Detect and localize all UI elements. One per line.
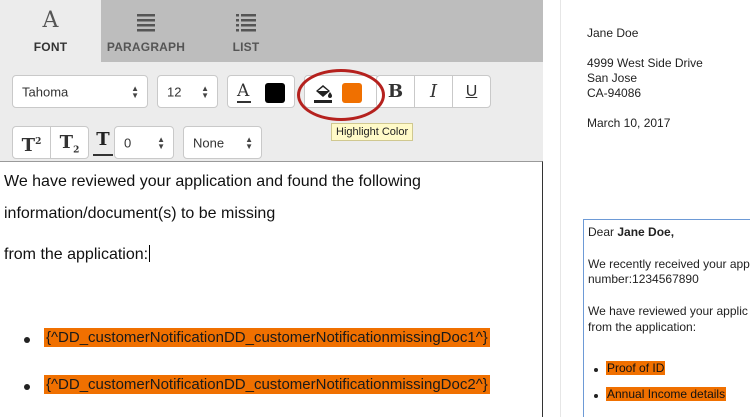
italic-button[interactable]: I <box>414 75 453 108</box>
list-icon <box>191 9 301 33</box>
font-family-select[interactable]: Tahoma ▲ ▼ <box>12 75 148 108</box>
tab-list[interactable]: LIST <box>191 0 301 62</box>
editor-tabs: A FONT PARAGRAPH LIST <box>0 0 543 62</box>
text-color-swatch[interactable] <box>265 83 285 103</box>
text-case-select[interactable]: None ▲ ▼ <box>183 126 262 159</box>
address-line-1: 4999 West Side Drive <box>587 56 703 70</box>
reviewed-line-1: We have reviewed your applic <box>588 304 748 318</box>
tab-paragraph-label: PARAGRAPH <box>106 40 186 54</box>
missing-doc-text: Annual Income details <box>606 387 727 401</box>
tab-list-label: LIST <box>232 40 260 54</box>
reviewed-line-2: from the application: <box>588 320 697 334</box>
text-color-button[interactable]: A <box>227 75 295 108</box>
underline-button[interactable]: U <box>452 75 491 108</box>
letter-spacing-value: 0 <box>124 135 132 150</box>
select-arrows-icon: ▲ ▼ <box>131 83 139 100</box>
highlight-annotation-circle <box>297 69 385 121</box>
paragraph-3: from the application: <box>4 245 151 264</box>
tab-paragraph[interactable]: PARAGRAPH <box>101 0 191 62</box>
bullet-icon <box>24 337 30 343</box>
address-line-3: CA-94086 <box>587 86 642 100</box>
bullet-icon <box>594 368 598 372</box>
font-family-value: Tahoma <box>22 84 69 99</box>
tab-font[interactable]: A FONT <box>0 0 101 62</box>
font-size-select[interactable]: 12 ▲ ▼ <box>157 75 218 108</box>
text-case-value: None <box>193 135 225 150</box>
superscript-mark: 2 <box>35 137 42 147</box>
received-line-1: We recently received your app <box>588 257 750 271</box>
subscript-button[interactable]: T2 <box>50 126 89 159</box>
salutation: Dear Jane Doe, <box>588 224 674 240</box>
placeholder-token: {^DD_customerNotificationDD_customerNoti… <box>44 375 490 394</box>
text-caret <box>149 245 151 262</box>
address-line-2: San Jose <box>587 71 638 85</box>
select-arrows-icon: ▲ ▼ <box>201 83 209 100</box>
font-icon: A <box>42 8 59 33</box>
bullet-icon <box>24 384 30 390</box>
text-color-icon: A <box>237 81 250 101</box>
highlight-color-tooltip: Highlight Color <box>331 123 414 141</box>
editor-content[interactable]: We have reviewed your application and fo… <box>0 161 543 417</box>
bullet-icon <box>594 394 598 398</box>
select-arrows-icon: ▲ ▼ <box>157 134 165 151</box>
preview-body-block[interactable]: Dear Jane Doe, We recently received your… <box>583 219 750 417</box>
letter-spacing-select[interactable]: 0 ▲ ▼ <box>114 126 174 159</box>
font-size-value: 12 <box>167 84 182 99</box>
letter-preview: Jane Doe 4999 West Side Drive San Jose C… <box>543 0 750 417</box>
subscript-icon: T <box>59 132 74 153</box>
salutation-prefix: Dear <box>588 225 618 239</box>
salutation-name: Jane Doe, <box>617 225 675 239</box>
paragraph-1: We have reviewed your application and fo… <box>4 173 421 190</box>
select-arrows-icon: ▲ ▼ <box>245 134 253 151</box>
font-toolbar: Tahoma ▲ ▼ 12 ▲ ▼ A B I U T2 T2 T 0 ▲ ▼ … <box>0 62 543 161</box>
paragraph-3-text: from the application: <box>4 246 149 263</box>
letter-spacing-icon: T <box>93 128 113 156</box>
recipient-name: Jane Doe <box>587 26 639 40</box>
letter-date: March 10, 2017 <box>587 116 671 130</box>
rich-text-editor: A FONT PARAGRAPH LIST Tahoma ▲ ▼ 12 ▲ ▼ … <box>0 0 543 417</box>
missing-doc-text: Proof of ID <box>606 361 666 375</box>
text-color-underline <box>237 101 251 103</box>
subscript-mark: 2 <box>73 145 80 156</box>
paragraph-2: information/document(s) to be missing <box>4 205 276 222</box>
received-line-2: number:1234567890 <box>588 272 699 286</box>
paragraph-icon <box>101 9 191 33</box>
placeholder-token: {^DD_customerNotificationDD_customerNoti… <box>44 328 490 347</box>
tab-font-label: FONT <box>33 40 68 54</box>
superscript-button[interactable]: T2 <box>12 126 51 159</box>
superscript-icon: T <box>21 135 36 156</box>
